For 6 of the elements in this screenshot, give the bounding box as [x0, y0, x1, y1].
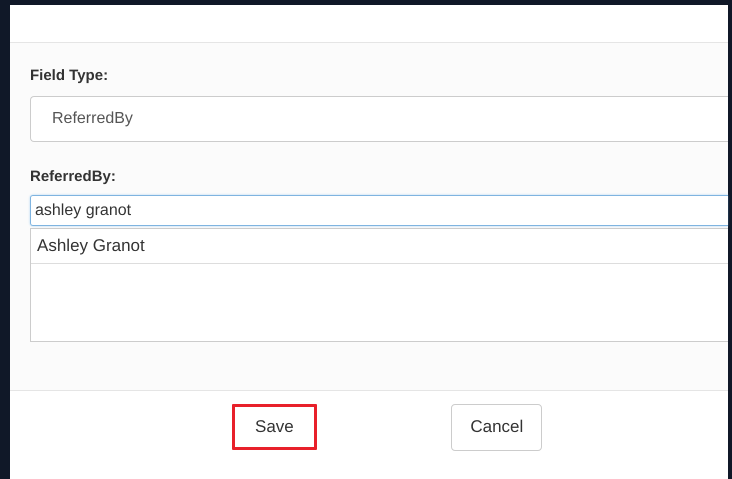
save-button[interactable]: Save [232, 404, 317, 450]
cancel-button[interactable]: Cancel [451, 404, 542, 450]
field-label: ReferredBy: [30, 168, 117, 185]
input-field[interactable]: ashley granot [30, 195, 728, 226]
field-label: Field Type: [30, 67, 110, 84]
field-type-select[interactable]: ReferredBy [30, 96, 728, 142]
